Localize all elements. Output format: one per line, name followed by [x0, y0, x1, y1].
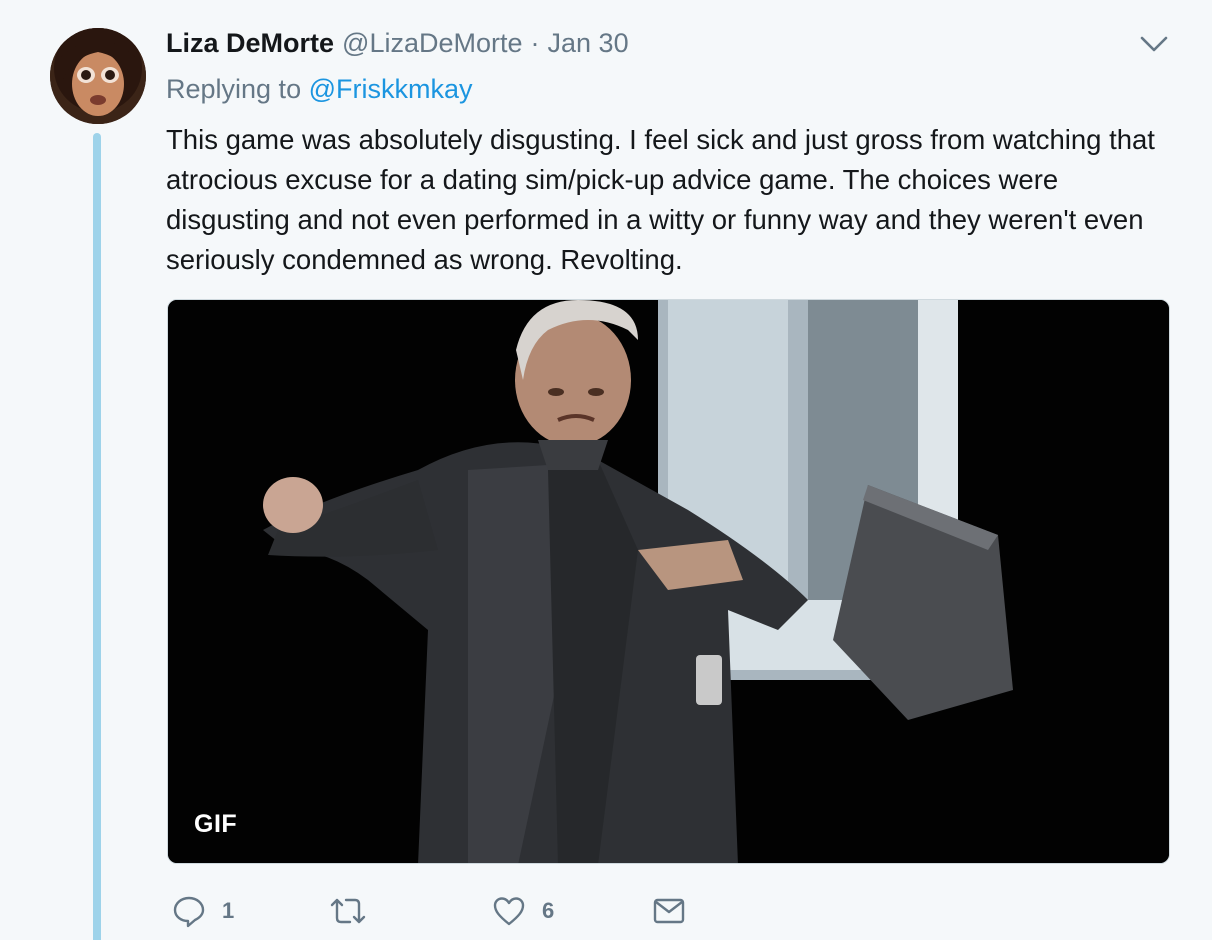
- message-icon: [652, 896, 686, 926]
- retweet-button[interactable]: [328, 888, 384, 934]
- like-icon: [492, 895, 526, 927]
- author-name[interactable]: Liza DeMorte: [166, 28, 334, 59]
- header-separator: ·: [530, 28, 540, 58]
- reply-count: 1: [222, 898, 235, 923]
- reply-button[interactable]: 1: [172, 888, 234, 934]
- tweet-actions: 1 6: [166, 888, 766, 934]
- more-options-chevron-down-icon[interactable]: [1138, 30, 1170, 58]
- tweet-text: This game was absolutely disgusting. I f…: [166, 124, 1155, 275]
- thread-line: [93, 133, 101, 940]
- tweet-date[interactable]: Jan 30: [548, 28, 629, 59]
- replying-to: Replying to @Friskkmkay: [166, 74, 473, 105]
- direct-message-button[interactable]: [652, 888, 686, 934]
- like-button[interactable]: 6: [492, 888, 554, 934]
- tweet-header: Liza DeMorte @LizaDeMorte · Jan 30: [166, 28, 629, 62]
- avatar[interactable]: [50, 28, 146, 124]
- gif-badge: GIF: [194, 810, 238, 838]
- gif-media[interactable]: GIF: [167, 299, 1170, 864]
- author-handle[interactable]: @LizaDeMorte: [342, 28, 522, 59]
- tweet: Liza DeMorte @LizaDeMorte · Jan 30 Reply…: [0, 0, 1212, 940]
- retweet-icon: [328, 894, 368, 928]
- like-count: 6: [542, 898, 555, 923]
- replying-mention-link[interactable]: @Friskkmkay: [309, 74, 473, 104]
- reply-icon: [172, 894, 206, 928]
- replying-prefix: Replying to: [166, 74, 302, 104]
